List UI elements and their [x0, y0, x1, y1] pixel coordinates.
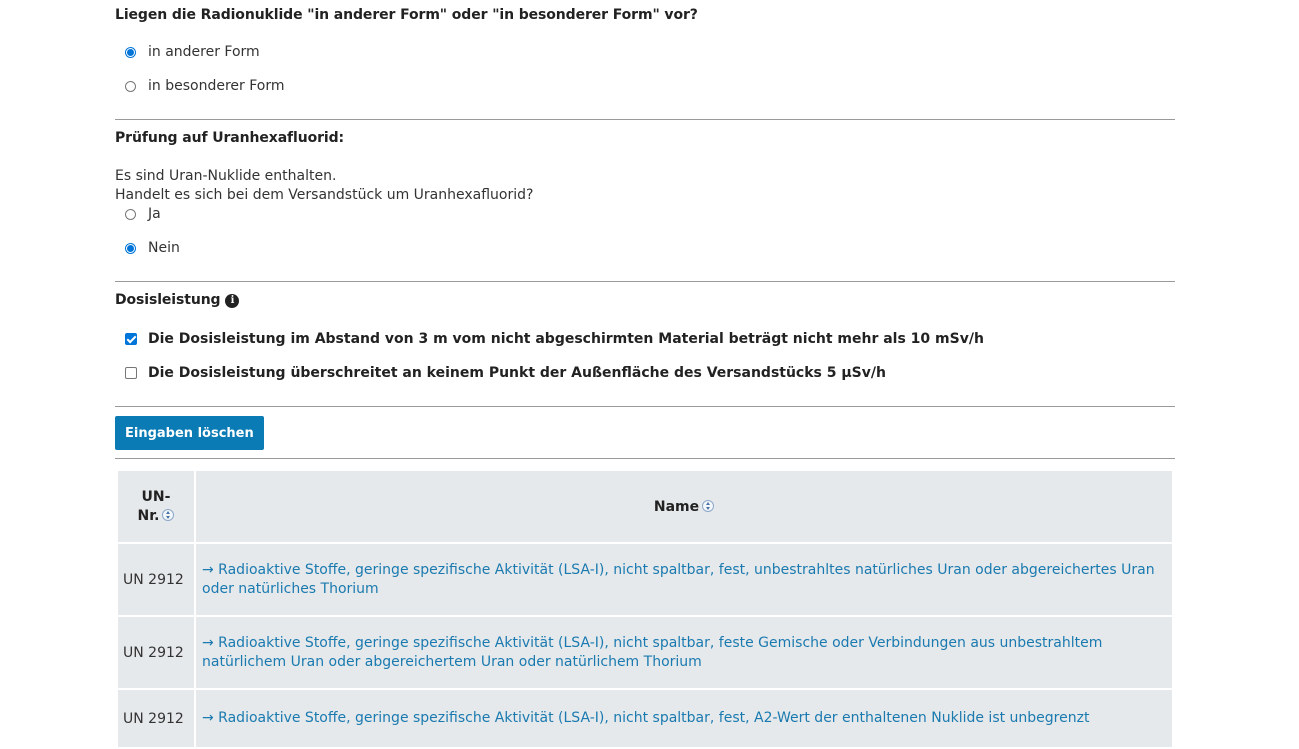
radio-label: in anderer Form [148, 44, 260, 60]
radio-button[interactable] [125, 208, 136, 220]
clear-inputs-button[interactable]: Eingaben löschen [115, 416, 264, 450]
table-header-row: UN- Nr. Name [118, 471, 1172, 542]
checkbox-checked[interactable] [125, 333, 137, 345]
checkbox-option-aussenflaeche[interactable]: Die Dosisleistung überschreitet an keine… [125, 364, 886, 382]
name-cell: → Radioaktive Stoffe, geringe spezifisch… [196, 544, 1172, 615]
radio-button-selected[interactable] [125, 46, 136, 58]
column-header-name[interactable]: Name [196, 471, 1172, 542]
checkbox-option-abstand[interactable]: Die Dosisleistung im Abstand von 3 m vom… [125, 330, 984, 348]
radio-option-besonderer-form[interactable]: in besonderer Form [125, 77, 284, 95]
divider [115, 458, 1175, 459]
radio-option-nein[interactable]: Nein [125, 239, 180, 257]
radio-button-selected[interactable] [125, 242, 136, 254]
radio-button[interactable] [125, 80, 136, 92]
divider [115, 281, 1175, 282]
substance-link[interactable]: → Radioaktive Stoffe, geringe spezifisch… [202, 710, 1089, 726]
name-cell: → Radioaktive Stoffe, geringe spezifisch… [196, 617, 1172, 688]
radio-label: Nein [148, 240, 180, 256]
table-row: UN 2912 → Radioaktive Stoffe, geringe sp… [118, 544, 1172, 615]
header-label: Name [653, 498, 700, 515]
substance-link[interactable]: → Radioaktive Stoffe, geringe spezifisch… [202, 635, 1102, 670]
table-row: UN 2912 → Radioaktive Stoffe, geringe sp… [118, 617, 1172, 688]
header-label: UN- [141, 488, 171, 505]
sort-icon[interactable] [162, 508, 175, 521]
un-number-cell: UN 2912 [118, 617, 194, 688]
checkbox-label: Die Dosisleistung im Abstand von 3 m vom… [148, 331, 984, 347]
column-header-un-nr[interactable]: UN- Nr. [118, 471, 194, 542]
checkbox-label: Die Dosisleistung überschreitet an keine… [148, 365, 886, 381]
form-question: Liegen die Radionuklide "in anderer Form… [115, 7, 698, 23]
page: Liegen die Radionuklide "in anderer Form… [0, 0, 1299, 747]
dosisleistung-label: Dosisleistung [115, 292, 221, 308]
uran-info-line: Es sind Uran-Nuklide enthalten. [115, 168, 337, 184]
header-label: Nr. [137, 507, 160, 524]
radio-label: in besonderer Form [148, 78, 285, 94]
un-number-cell: UN 2912 [118, 690, 194, 747]
radio-option-anderer-form[interactable]: in anderer Form [125, 43, 260, 61]
divider [115, 406, 1175, 407]
checkbox[interactable] [125, 367, 137, 379]
section-title-dosisleistung: Dosisleistung i [115, 292, 240, 308]
name-cell: → Radioaktive Stoffe, geringe spezifisch… [196, 690, 1172, 747]
uran-question-line: Handelt es sich bei dem Versandstück um … [115, 187, 534, 203]
un-number-cell: UN 2912 [118, 544, 194, 615]
substance-link[interactable]: → Radioaktive Stoffe, geringe spezifisch… [202, 562, 1155, 597]
info-icon[interactable]: i [225, 294, 240, 308]
section-title-uranhexafluorid: Prüfung auf Uranhexafluorid: [115, 130, 345, 146]
table-row: UN 2912 → Radioaktive Stoffe, geringe sp… [118, 690, 1172, 747]
results-table: UN- Nr. Name UN 2912 → Radioaktive Stoff… [116, 469, 1174, 749]
sort-icon[interactable] [702, 499, 715, 512]
divider [115, 119, 1175, 120]
radio-label: Ja [148, 206, 161, 222]
radio-option-ja[interactable]: Ja [125, 205, 161, 223]
